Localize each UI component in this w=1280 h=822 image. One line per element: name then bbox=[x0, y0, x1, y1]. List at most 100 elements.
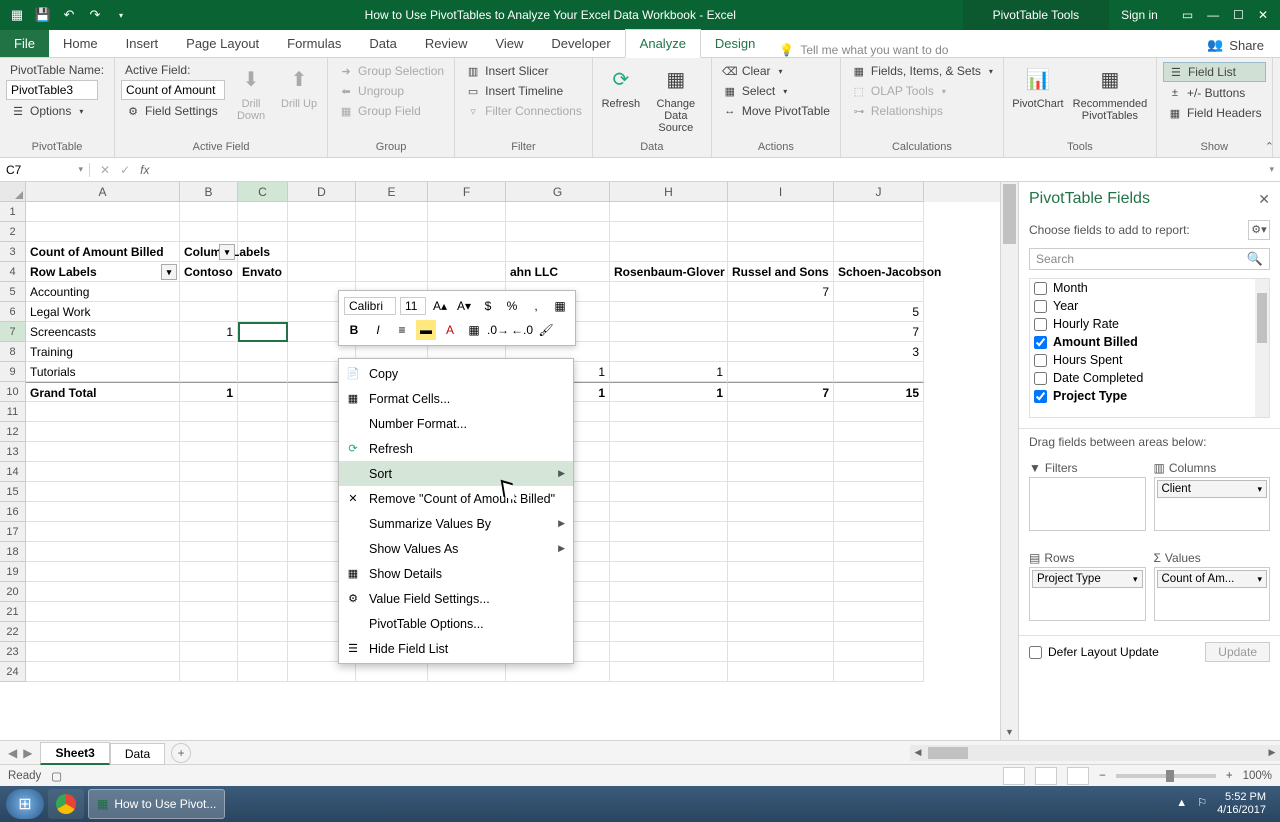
field-item[interactable]: Hourly Rate bbox=[1030, 315, 1269, 333]
cell[interactable] bbox=[26, 622, 180, 642]
borders-icon[interactable]: ▦ bbox=[464, 320, 484, 340]
ungroup-button[interactable]: ⬅Ungroup bbox=[334, 82, 448, 100]
fields-layout-icon[interactable]: ⚙▾ bbox=[1248, 220, 1270, 240]
move-pivottable-button[interactable]: ↔Move PivotTable bbox=[718, 102, 834, 120]
cell[interactable] bbox=[180, 362, 238, 382]
decrease-decimal-icon[interactable]: ←.0 bbox=[512, 320, 532, 340]
row-header[interactable]: 17 bbox=[0, 522, 26, 542]
align-icon[interactable]: ≡ bbox=[392, 320, 412, 340]
active-field-input[interactable] bbox=[121, 80, 225, 100]
cell[interactable] bbox=[610, 582, 728, 602]
field-item[interactable]: Year bbox=[1030, 297, 1269, 315]
ctx-show-details[interactable]: ▦Show Details bbox=[339, 561, 573, 586]
close-icon[interactable]: ✕ bbox=[1258, 8, 1268, 22]
cell[interactable] bbox=[728, 662, 834, 682]
taskbar-chrome[interactable] bbox=[48, 789, 84, 819]
cell[interactable]: Accounting bbox=[26, 282, 180, 302]
columns-box[interactable]: Client▾ bbox=[1154, 477, 1271, 531]
cell[interactable] bbox=[180, 422, 238, 442]
cell[interactable] bbox=[506, 242, 610, 262]
cell[interactable] bbox=[728, 582, 834, 602]
field-item[interactable]: Hours Spent bbox=[1030, 351, 1269, 369]
col-header-b[interactable]: B bbox=[180, 182, 238, 202]
cell[interactable] bbox=[238, 422, 288, 442]
cell[interactable] bbox=[26, 202, 180, 222]
cell[interactable] bbox=[238, 302, 288, 322]
cell[interactable] bbox=[180, 542, 238, 562]
cell[interactable] bbox=[834, 222, 924, 242]
cell[interactable] bbox=[610, 342, 728, 362]
row-header[interactable]: 11 bbox=[0, 402, 26, 422]
row-header[interactable]: 21 bbox=[0, 602, 26, 622]
mini-font-name[interactable] bbox=[344, 297, 396, 315]
normal-view-icon[interactable] bbox=[1003, 767, 1025, 785]
field-item[interactable]: Project Type bbox=[1030, 387, 1269, 405]
cell[interactable] bbox=[26, 582, 180, 602]
cell[interactable] bbox=[26, 562, 180, 582]
cell[interactable] bbox=[728, 642, 834, 662]
cell[interactable]: Envato bbox=[238, 262, 288, 282]
cell[interactable] bbox=[238, 382, 288, 402]
qat-dropdown-icon[interactable]: ▾ bbox=[112, 6, 130, 24]
cell[interactable] bbox=[238, 662, 288, 682]
cell[interactable] bbox=[610, 222, 728, 242]
row-header[interactable]: 24 bbox=[0, 662, 26, 682]
col-header-j[interactable]: J bbox=[834, 182, 924, 202]
values-box[interactable]: Count of Am...▾ bbox=[1154, 567, 1271, 621]
cell[interactable] bbox=[238, 402, 288, 422]
cell[interactable] bbox=[238, 482, 288, 502]
sheet-prev-icon[interactable]: ◀ bbox=[8, 746, 17, 760]
tell-me-search[interactable]: 💡Tell me what you want to do bbox=[769, 43, 969, 57]
tab-view[interactable]: View bbox=[481, 30, 537, 57]
row-header[interactable]: 13 bbox=[0, 442, 26, 462]
row-header[interactable]: 6 bbox=[0, 302, 26, 322]
cell[interactable] bbox=[288, 662, 356, 682]
cell[interactable]: 1 bbox=[180, 322, 238, 342]
cell[interactable]: 1 bbox=[180, 382, 238, 402]
cell[interactable] bbox=[238, 622, 288, 642]
pivottable-name-input[interactable] bbox=[6, 80, 98, 100]
cell[interactable] bbox=[728, 302, 834, 322]
row-header[interactable]: 10 bbox=[0, 382, 26, 402]
cell[interactable] bbox=[180, 302, 238, 322]
horizontal-scrollbar[interactable]: ◀ ▶ bbox=[910, 745, 1280, 761]
olap-tools-button[interactable]: ⬚OLAP Tools▾ bbox=[847, 82, 997, 100]
row-header[interactable]: 12 bbox=[0, 422, 26, 442]
pivottable-options-button[interactable]: ☰Options▾ bbox=[6, 102, 108, 120]
chip-dropdown-icon[interactable]: ▾ bbox=[1257, 574, 1262, 585]
sheet-tab-data[interactable]: Data bbox=[110, 743, 165, 765]
ctx-hide-field-list[interactable]: ☰Hide Field List bbox=[339, 636, 573, 661]
area-rows[interactable]: ▤Rows Project Type▾ bbox=[1029, 549, 1146, 631]
cell[interactable] bbox=[610, 302, 728, 322]
increase-decimal-icon[interactable]: .0→ bbox=[488, 320, 508, 340]
share-button[interactable]: 👥Share bbox=[1191, 33, 1280, 57]
page-break-view-icon[interactable] bbox=[1067, 767, 1089, 785]
ctx-sort[interactable]: Sort▶ bbox=[339, 461, 573, 486]
row-header[interactable]: 23 bbox=[0, 642, 26, 662]
field-checkbox[interactable] bbox=[1034, 372, 1047, 385]
cell[interactable] bbox=[728, 222, 834, 242]
cell[interactable] bbox=[506, 662, 610, 682]
cell[interactable] bbox=[728, 322, 834, 342]
row-header[interactable]: 18 bbox=[0, 542, 26, 562]
cell[interactable] bbox=[728, 562, 834, 582]
cell[interactable] bbox=[834, 422, 924, 442]
row-header[interactable]: 4 bbox=[0, 262, 26, 282]
cell[interactable] bbox=[834, 482, 924, 502]
cell[interactable] bbox=[238, 282, 288, 302]
cell[interactable] bbox=[180, 442, 238, 462]
cell[interactable]: Column Labels bbox=[180, 242, 238, 262]
zoom-slider[interactable] bbox=[1116, 774, 1216, 778]
cell[interactable] bbox=[238, 642, 288, 662]
change-data-source-button[interactable]: ▦Change Data Source bbox=[647, 62, 705, 136]
cell[interactable] bbox=[834, 282, 924, 302]
name-box-dropdown-icon[interactable]: ▾ bbox=[78, 164, 83, 175]
select-all-corner[interactable] bbox=[0, 182, 26, 202]
ctx-number-format[interactable]: Number Format... bbox=[339, 411, 573, 436]
columns-chip[interactable]: Client▾ bbox=[1157, 480, 1268, 498]
insert-timeline-button[interactable]: ▭Insert Timeline bbox=[461, 82, 586, 100]
group-selection-button[interactable]: ➜Group Selection bbox=[334, 62, 448, 80]
collapse-ribbon-icon[interactable]: ⌃ bbox=[1265, 140, 1274, 153]
comma-format-icon[interactable]: , bbox=[526, 296, 546, 316]
macro-record-icon[interactable]: ▢ bbox=[51, 769, 62, 783]
